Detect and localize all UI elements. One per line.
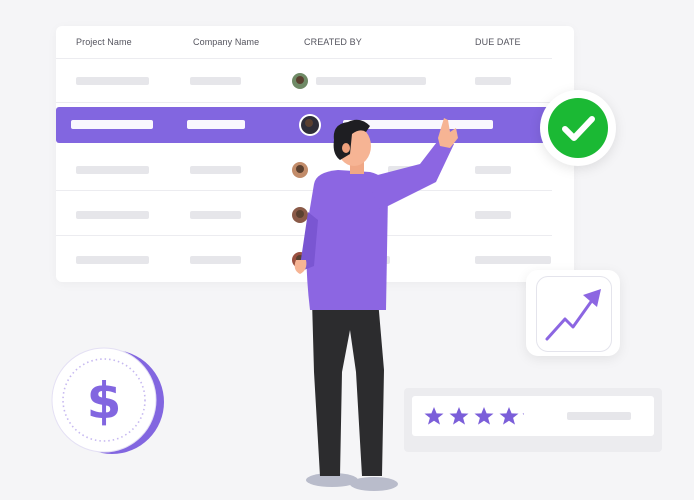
hand-pointing xyxy=(438,118,458,148)
growth-card xyxy=(526,270,620,356)
placeholder-bar xyxy=(190,166,241,174)
placeholder-bar xyxy=(190,211,241,219)
success-check-badge xyxy=(540,90,616,166)
placeholder-bar xyxy=(475,256,551,264)
header-created-by: CREATED BY xyxy=(304,37,362,47)
rating-card xyxy=(404,388,662,452)
placeholder-bar xyxy=(76,256,149,264)
placeholder-bar xyxy=(76,77,149,85)
rating-panel xyxy=(412,396,654,436)
dollar-coin-icon: $ xyxy=(51,347,164,454)
placeholder-bar xyxy=(76,211,149,219)
ear xyxy=(342,143,350,153)
header-divider xyxy=(56,58,552,59)
placeholder-bar xyxy=(76,166,149,174)
trousers xyxy=(312,300,384,476)
placeholder-bar xyxy=(567,412,631,420)
placeholder-bar xyxy=(71,120,153,129)
star-icon xyxy=(499,407,519,425)
star-icon xyxy=(424,407,444,425)
illustration-canvas: Project Name Company Name CREATED BY DUE… xyxy=(0,0,694,500)
placeholder-bar xyxy=(475,211,511,219)
trend-up-icon xyxy=(536,276,612,352)
check-icon xyxy=(548,98,608,158)
placeholder-bar xyxy=(187,120,245,129)
row-divider xyxy=(56,102,552,103)
arm-raised xyxy=(366,138,454,210)
header-company-name: Company Name xyxy=(193,37,260,47)
header-project-name: Project Name xyxy=(76,37,132,47)
star-half-icon xyxy=(522,413,524,415)
hand-lower xyxy=(294,260,307,274)
star-icon xyxy=(449,407,469,425)
svg-text:$: $ xyxy=(87,372,122,430)
placeholder-bar xyxy=(190,77,241,85)
header-due-date: DUE DATE xyxy=(475,37,521,47)
avatar xyxy=(292,73,308,89)
placeholder-bar xyxy=(190,256,241,264)
placeholder-bar xyxy=(475,77,511,85)
placeholder-bar xyxy=(475,166,511,174)
star-icon xyxy=(474,407,494,425)
placeholder-bar xyxy=(316,77,426,85)
star-rating xyxy=(424,407,631,425)
shoe-right xyxy=(350,477,398,491)
